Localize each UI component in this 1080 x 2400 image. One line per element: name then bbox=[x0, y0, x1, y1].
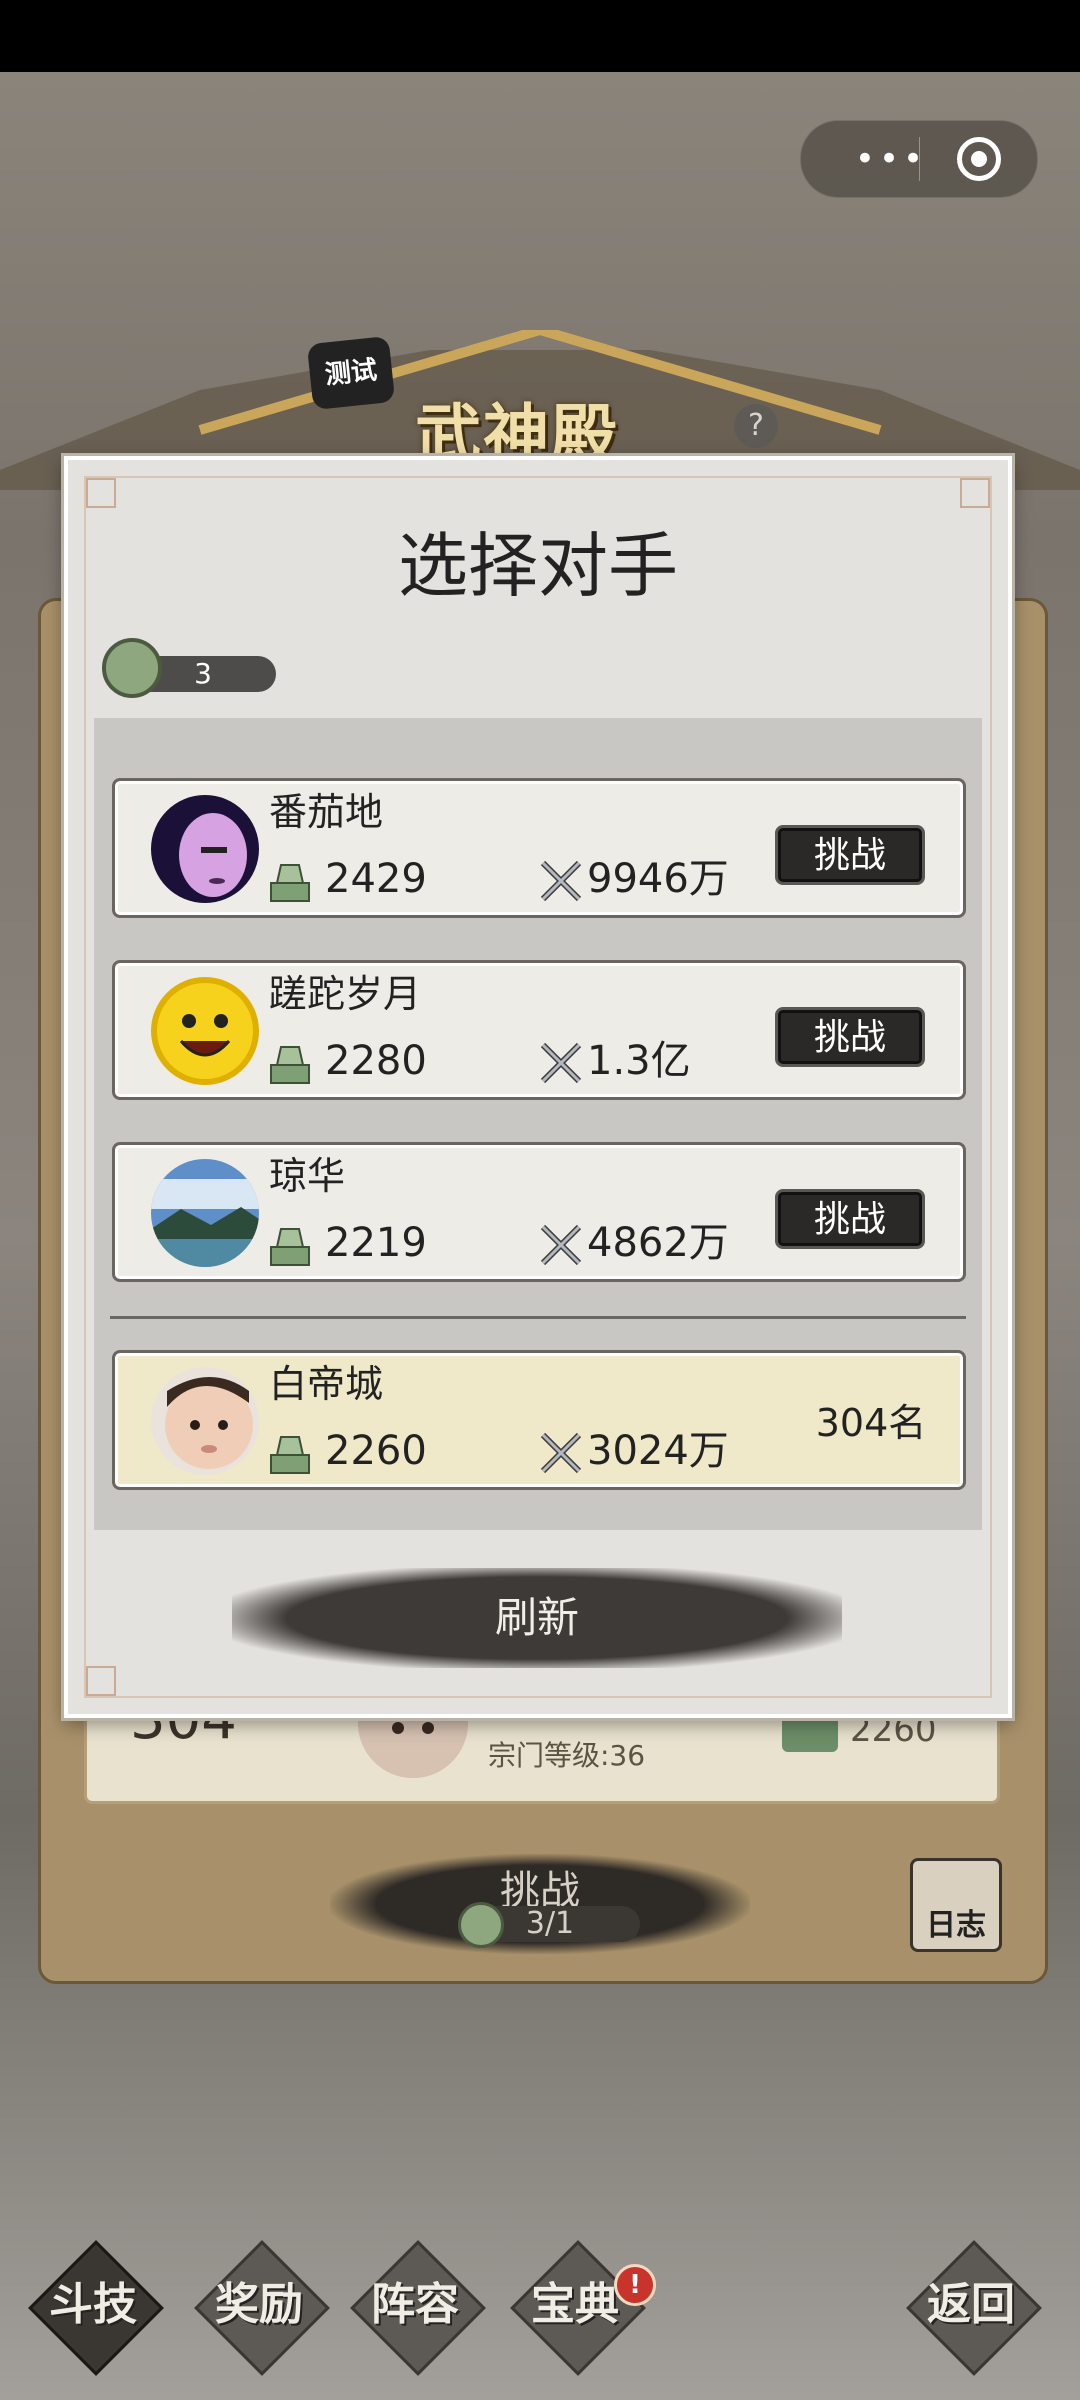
main-challenge-button[interactable]: 挑战 3/1 bbox=[330, 1854, 750, 1954]
nav-label: 阵容 bbox=[371, 2279, 459, 2330]
opponent-power: 9946万 bbox=[587, 856, 729, 902]
opponent-score: 2429 bbox=[325, 856, 427, 902]
nav-back[interactable]: 返回 bbox=[906, 2240, 1042, 2376]
opponent-card: 琼华 2219 4862万 挑战 bbox=[112, 1142, 966, 1282]
status-bar bbox=[0, 0, 1080, 72]
refresh-button[interactable]: 刷新 bbox=[232, 1568, 842, 1668]
opponent-avatar bbox=[151, 977, 259, 1085]
crossed-swords-icon bbox=[540, 1432, 582, 1474]
self-avatar bbox=[151, 1367, 259, 1475]
corner-ornament bbox=[86, 478, 116, 508]
opponent-score: 2280 bbox=[325, 1038, 427, 1084]
nav-label: 奖励 bbox=[215, 2279, 303, 2330]
opponent-power: 4862万 bbox=[587, 1220, 729, 1266]
nav-lineup[interactable]: 阵容 bbox=[350, 2240, 486, 2376]
challenge-token-icon bbox=[458, 1902, 504, 1948]
opponent-avatar bbox=[151, 1159, 259, 1267]
challenge-button[interactable]: 挑战 bbox=[775, 825, 925, 885]
modal-title: 选择对手 bbox=[398, 525, 678, 607]
opponent-name: 琼华 bbox=[269, 1154, 346, 1198]
nav-label: 斗技 bbox=[49, 2279, 137, 2330]
opponent-name: 番茄地 bbox=[269, 790, 384, 834]
self-card: 白帝城 2260 3024万 304名 bbox=[112, 1350, 966, 1490]
more-options-icon[interactable]: ••• bbox=[831, 139, 951, 179]
opponent-power: 1.3亿 bbox=[587, 1038, 691, 1084]
list-divider bbox=[110, 1316, 966, 1319]
nav-dou-ji[interactable]: 斗技 bbox=[28, 2240, 164, 2376]
crossed-swords-icon bbox=[540, 1042, 582, 1084]
bottom-nav: 斗技 奖励 阵容 宝典 返回 bbox=[0, 2230, 1080, 2380]
treasure-notification-badge: ! bbox=[614, 2264, 656, 2306]
opponent-card: 番茄地 2429 9946万 挑战 bbox=[112, 778, 966, 918]
self-power: 3024万 bbox=[587, 1428, 729, 1474]
opponent-score: 2219 bbox=[325, 1220, 427, 1266]
close-target-icon[interactable] bbox=[957, 137, 1001, 181]
opponent-name: 蹉跎岁月 bbox=[269, 972, 422, 1016]
nav-rewards[interactable]: 奖励 bbox=[194, 2240, 330, 2376]
nav-label: 返回 bbox=[927, 2279, 1015, 2330]
seal-score-icon bbox=[270, 1436, 310, 1474]
seal-score-icon bbox=[270, 864, 310, 902]
capsule-divider bbox=[919, 137, 920, 181]
nav-treasure-book[interactable]: 宝典 bbox=[510, 2240, 646, 2376]
crossed-swords-icon bbox=[540, 1224, 582, 1266]
opponent-card: 蹉跎岁月 2280 1.3亿 挑战 bbox=[112, 960, 966, 1100]
help-icon[interactable]: ? bbox=[734, 404, 778, 448]
self-rank: 304名 bbox=[815, 1401, 927, 1445]
seal-score-icon bbox=[270, 1228, 310, 1266]
self-score: 2260 bbox=[325, 1428, 427, 1474]
hall-title: 武神殿 bbox=[415, 396, 619, 474]
challenge-token-icon bbox=[102, 638, 162, 698]
crossed-swords-icon bbox=[540, 860, 582, 902]
challenge-button[interactable]: 挑战 bbox=[775, 1189, 925, 1249]
mini-program-capsule: ••• bbox=[800, 120, 1038, 198]
seal-score-icon bbox=[270, 1046, 310, 1084]
self-name: 白帝城 bbox=[269, 1362, 384, 1406]
score-seal-icon bbox=[782, 1712, 838, 1752]
corner-ornament bbox=[960, 478, 990, 508]
corner-ornament bbox=[86, 1666, 116, 1696]
opponent-avatar bbox=[151, 795, 259, 903]
log-button[interactable]: 日志 bbox=[910, 1858, 1002, 1952]
test-badge: 测试 bbox=[306, 335, 396, 411]
sect-level: 宗门等级:36 bbox=[488, 1739, 646, 1772]
challenge-button[interactable]: 挑战 bbox=[775, 1007, 925, 1067]
nav-label: 宝典 bbox=[531, 2279, 619, 2330]
